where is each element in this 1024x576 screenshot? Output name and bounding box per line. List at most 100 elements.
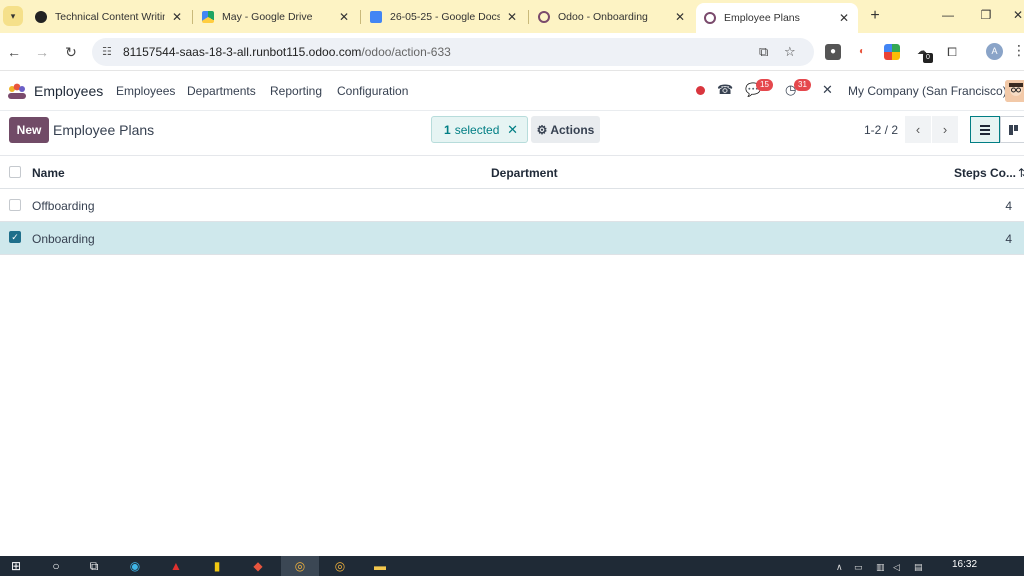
tab-close-icon[interactable]: ✕ — [838, 11, 850, 25]
row-checkbox[interactable] — [9, 199, 21, 211]
tab-search-chevron-icon[interactable]: ▾ — [3, 6, 23, 26]
extension-color-icon[interactable] — [884, 44, 900, 60]
selection-indicator[interactable]: 1 selected ✕ — [431, 116, 528, 143]
browser-tab-technical-content[interactable]: Technical Content Writing ✕ — [27, 4, 191, 30]
extensions-puzzle-icon[interactable]: ⧠ — [944, 44, 960, 60]
pager-previous-button[interactable]: ‹ — [905, 116, 931, 143]
tray-volume-icon[interactable]: ◁ — [893, 562, 900, 573]
list-header: Name Department Steps Co... ⇅ — [0, 156, 1024, 189]
tab-close-icon[interactable]: ✕ — [506, 10, 518, 24]
actions-button[interactable]: ⚙ Actions — [531, 116, 600, 143]
tab-title: Odoo - Onboarding — [558, 11, 648, 23]
odoo-icon — [538, 11, 550, 23]
messages-badge: 15 — [756, 79, 773, 91]
browser-tab-google-drive[interactable]: May - Google Drive ✕ — [194, 4, 358, 30]
column-settings-icon[interactable]: ⇅ — [1018, 166, 1024, 180]
profile-avatar[interactable]: A — [986, 43, 1003, 60]
pager-next-button[interactable]: › — [932, 116, 958, 143]
kanban-view-icon — [1009, 125, 1018, 135]
address-bar[interactable]: ☷ 81157544-saas-18-3-all.runbot115.odoo.… — [92, 38, 814, 66]
tools-icon[interactable]: ✕ — [822, 82, 833, 98]
reload-icon[interactable]: ↻ — [62, 43, 80, 61]
minimize-icon[interactable]: — — [940, 8, 956, 22]
url-path: /odoo/action-633 — [361, 45, 451, 59]
browser-toolbar: ← → ↻ ☷ 81157544-saas-18-3-all.runbot115… — [0, 33, 1024, 71]
tab-title: May - Google Drive — [222, 11, 313, 23]
close-window-icon[interactable]: ✕ — [1010, 8, 1024, 22]
search-icon[interactable]: ○ — [48, 559, 64, 576]
odoo-main-navbar: Employees Employees Departments Reportin… — [0, 71, 1024, 111]
file-explorer-icon[interactable]: ▬ — [372, 559, 388, 576]
browser-tab-employee-plans[interactable]: Employee Plans ✕ — [696, 3, 858, 33]
cell-name: Offboarding — [32, 199, 95, 213]
browser-tab-google-docs[interactable]: 26-05-25 - Google Docs ✕ — [362, 4, 526, 30]
clear-selection-icon[interactable]: ✕ — [507, 122, 518, 138]
windows-start-icon[interactable]: ⊞ — [8, 559, 24, 576]
cell-name: Onboarding — [32, 232, 95, 246]
extension-swirl-icon[interactable]: ◐ — [854, 44, 870, 60]
row-checkbox[interactable]: ✓ — [9, 231, 21, 243]
site-info-icon[interactable]: ☷ — [102, 45, 112, 58]
tab-close-icon[interactable]: ✕ — [338, 10, 350, 24]
back-arrow-icon[interactable]: ← — [5, 43, 23, 61]
tray-chevron-icon[interactable]: ∧ — [836, 562, 843, 573]
company-switcher[interactable]: My Company (San Francisco) — [848, 84, 1007, 98]
recording-dot-icon[interactable] — [696, 86, 705, 95]
menu-departments[interactable]: Departments — [187, 84, 256, 98]
select-all-checkbox[interactable] — [9, 166, 21, 178]
list-view-button[interactable] — [970, 116, 1000, 143]
new-button[interactable]: New — [9, 117, 49, 143]
app-name[interactable]: Employees — [34, 83, 103, 99]
tray-network-icon[interactable]: ▥ — [876, 562, 885, 573]
control-panel: New Employee Plans 1 selected ✕ ⚙ Action… — [0, 111, 1024, 156]
restore-icon[interactable]: ❐ — [978, 8, 994, 22]
tab-title: 26-05-25 - Google Docs — [390, 11, 500, 23]
activities-badge: 31 — [794, 79, 811, 91]
edge-browser-icon[interactable]: ◉ — [127, 559, 143, 576]
wps-office-icon[interactable]: ◆ — [250, 559, 266, 576]
extension-bot-icon[interactable]: ● — [825, 44, 841, 60]
tray-keyboard-icon[interactable]: ▤ — [914, 562, 923, 573]
table-row[interactable]: Offboarding 4 — [0, 189, 1024, 222]
column-header-name[interactable]: Name — [32, 166, 65, 180]
actions-label: Actions — [550, 122, 595, 137]
menu-reporting[interactable]: Reporting — [270, 84, 322, 98]
acrobat-icon[interactable]: ▲ — [168, 559, 184, 576]
table-row[interactable]: ✓ Onboarding 4 — [0, 222, 1024, 255]
employees-app-icon[interactable] — [7, 83, 27, 99]
phone-icon[interactable]: ☎ — [717, 82, 733, 98]
kanban-view-button[interactable] — [1000, 116, 1024, 143]
selected-count: 1 — [444, 122, 451, 137]
url-host: 81157544-saas-18-3-all.runbot115.odoo.co… — [123, 45, 362, 59]
column-header-department[interactable]: Department — [491, 166, 558, 180]
menu-employees[interactable]: Employees — [116, 84, 175, 98]
pager-value[interactable]: 1-2 / 2 — [864, 123, 898, 137]
bookmark-star-icon[interactable]: ☆ — [784, 44, 796, 60]
google-docs-icon — [370, 11, 382, 23]
browser-tab-odoo-onboarding[interactable]: Odoo - Onboarding ✕ — [530, 4, 694, 30]
url-text[interactable]: 81157544-saas-18-3-all.runbot115.odoo.co… — [123, 45, 451, 59]
new-tab-button[interactable]: + — [866, 7, 884, 25]
tab-separator — [360, 10, 361, 24]
tab-close-icon[interactable]: ✕ — [171, 10, 183, 24]
selected-label: selected — [454, 122, 500, 137]
browser-tab-strip: ▾ Technical Content Writing ✕ May - Goog… — [0, 0, 1024, 33]
tray-battery-icon[interactable]: ▭ — [854, 562, 863, 573]
forward-arrow-icon[interactable]: → — [33, 43, 51, 61]
chrome-icon[interactable]: ◎ — [292, 559, 308, 576]
user-avatar[interactable] — [1005, 80, 1024, 102]
task-view-icon[interactable]: ⧉ — [86, 559, 102, 576]
tab-close-icon[interactable]: ✕ — [674, 10, 686, 24]
power-bi-icon[interactable]: ▮ — [209, 559, 225, 576]
cell-steps: 4 — [1005, 199, 1012, 213]
browser-menu-icon[interactable]: ⋮ — [1012, 42, 1024, 59]
user-avatar-image-icon — [1005, 80, 1024, 102]
menu-configuration[interactable]: Configuration — [337, 84, 408, 98]
install-app-icon[interactable]: ⧉ — [759, 44, 768, 60]
windows-taskbar: ⊞ ○ ⧉ ◉ ▲ ▮ ◆ ◎ ◎ ▬ ∧ ▭ ▥ ◁ ▤ 16:32 — [0, 556, 1024, 576]
column-header-steps[interactable]: Steps Co... — [954, 166, 1016, 180]
chrome-profile-icon[interactable]: ◎ — [332, 559, 348, 576]
taskbar-clock[interactable]: 16:32 — [952, 559, 977, 570]
tab-title: Technical Content Writing — [55, 11, 165, 23]
tab-separator — [528, 10, 529, 24]
